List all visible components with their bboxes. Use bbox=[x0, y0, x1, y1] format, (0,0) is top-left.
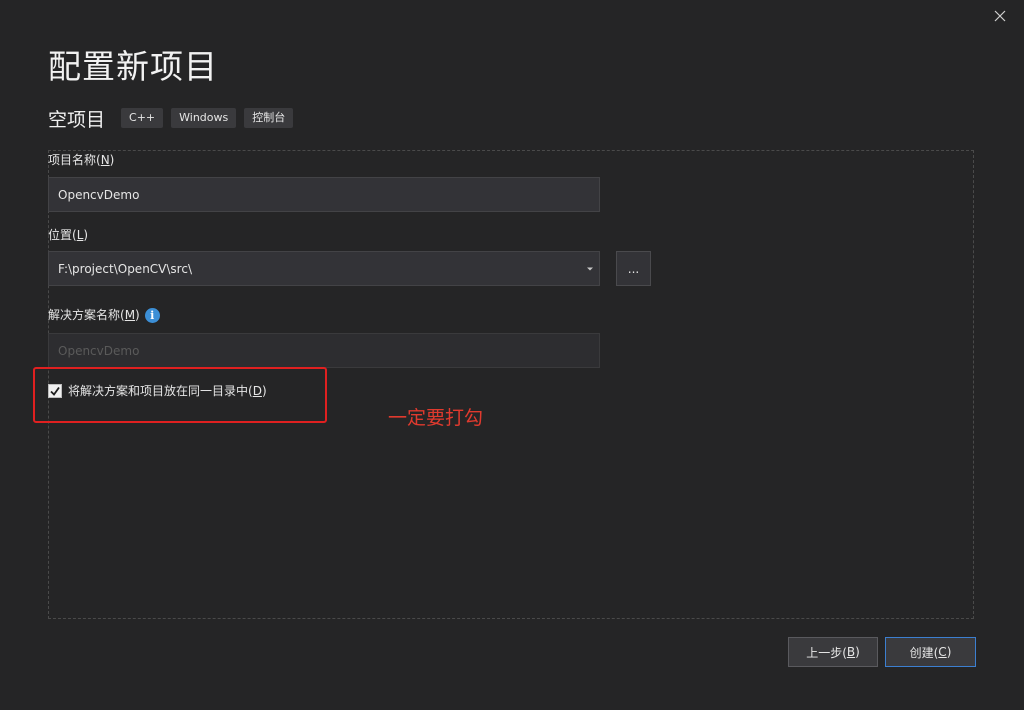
location-label: 位置(L) bbox=[48, 226, 88, 243]
page-title: 配置新项目 bbox=[48, 47, 218, 86]
create-button-suffix: ) bbox=[946, 645, 952, 659]
project-name-input[interactable]: OpencvDemo bbox=[48, 177, 600, 212]
create-button[interactable]: 创建(C) bbox=[885, 637, 976, 667]
create-button-key: C bbox=[938, 645, 947, 659]
info-icon[interactable]: i bbox=[144, 308, 160, 323]
location-value: F:\project\OpenCV\src\ bbox=[58, 261, 192, 276]
project-name-label-key: N bbox=[100, 153, 110, 167]
back-button-key: B bbox=[846, 645, 856, 659]
solution-name-label-text: 解决方案名称( bbox=[48, 308, 125, 322]
back-button-label: 上一步( bbox=[806, 645, 847, 660]
solution-name-label-suffix: ) bbox=[135, 308, 140, 322]
close-button[interactable] bbox=[990, 6, 1010, 26]
back-button[interactable]: 上一步(B) bbox=[788, 637, 878, 667]
project-name-label: 项目名称(N) bbox=[48, 151, 114, 168]
project-name-label-text: 项目名称( bbox=[48, 153, 101, 167]
solution-name-label: 解决方案名称(M) i bbox=[48, 306, 160, 323]
browse-label: ... bbox=[627, 261, 640, 276]
browse-button[interactable]: ... bbox=[616, 251, 651, 286]
chevron-down-icon[interactable] bbox=[587, 267, 593, 270]
project-name-value: OpencvDemo bbox=[58, 187, 140, 202]
back-button-suffix: ) bbox=[855, 645, 860, 659]
tag-language: C++ bbox=[121, 108, 164, 128]
tag-project-type: 控制台 bbox=[244, 108, 294, 128]
solution-name-value: OpencvDemo bbox=[58, 343, 140, 358]
location-combobox[interactable]: F:\project\OpenCV\src\ bbox=[48, 251, 600, 286]
template-name: 空项目 bbox=[48, 108, 106, 131]
annotation-highlight-box bbox=[33, 367, 327, 423]
template-header: 空项目 C++ Windows 控制台 bbox=[48, 104, 294, 132]
annotation-text: 一定要打勾 bbox=[388, 407, 484, 429]
location-label-text: 位置( bbox=[48, 228, 77, 242]
location-label-suffix: ) bbox=[83, 228, 89, 242]
project-name-label-suffix: ) bbox=[109, 153, 115, 167]
close-icon bbox=[994, 10, 1006, 22]
solution-name-label-key: M bbox=[124, 308, 136, 322]
tag-platform: Windows bbox=[171, 108, 237, 128]
solution-name-input: OpencvDemo bbox=[48, 333, 600, 368]
create-button-label: 创建( bbox=[909, 645, 939, 660]
